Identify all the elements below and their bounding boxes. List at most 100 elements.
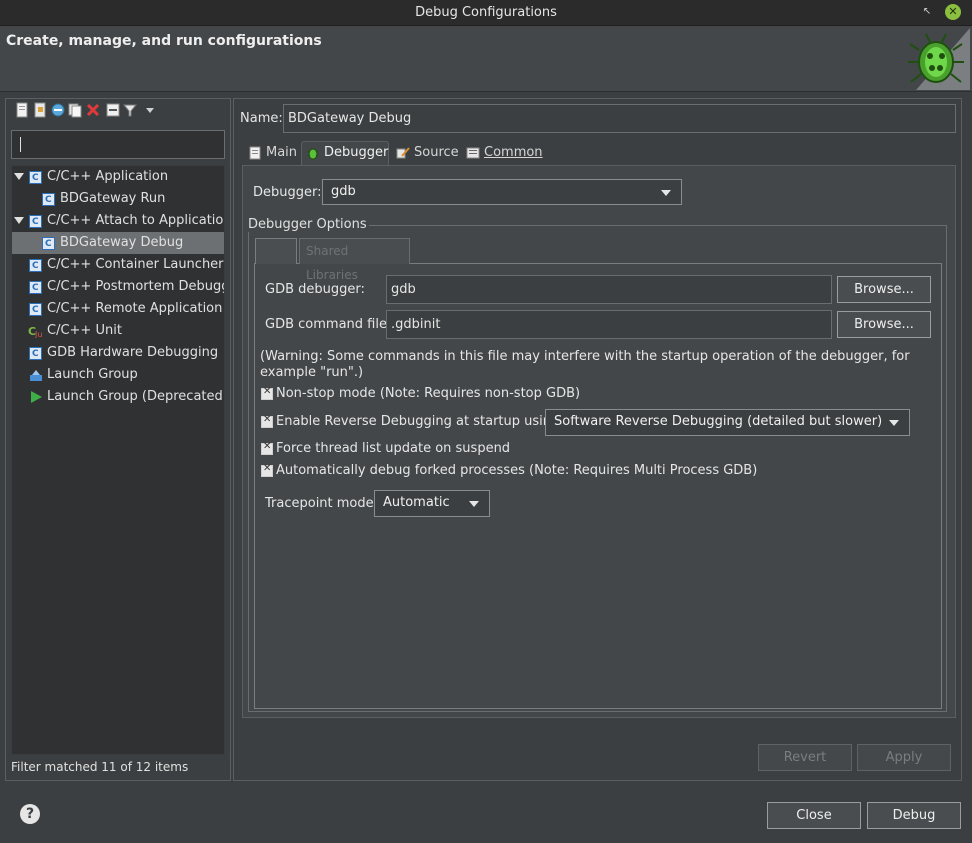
debugger-select-value: gdb	[331, 184, 356, 199]
nonstop-checkbox[interactable]	[261, 386, 273, 400]
tree-item-label: C/C++ Unit	[47, 323, 122, 338]
tree-item-bdgateway-run[interactable]: BDGateway Run	[12, 188, 224, 211]
debugger-select[interactable]: gdb	[322, 179, 682, 205]
tab-label: Common	[484, 145, 543, 160]
subtab-main[interactable]	[255, 238, 297, 264]
tree-item-cpp-attach[interactable]: C/C++ Attach to Application	[12, 210, 225, 233]
gdb-debugger-field[interactable]: gdb	[386, 275, 832, 304]
tree-item-label: BDGateway Debug	[60, 235, 184, 250]
debug-forked-label: Automatically debug forked processes (No…	[276, 463, 758, 478]
tree-item-cpp-unit[interactable]: C Ju C/C++ Unit	[12, 320, 224, 342]
c-attach-icon	[29, 211, 42, 233]
nonstop-label: Non-stop mode (Note: Requires non-stop G…	[276, 386, 581, 401]
launch-group-icon	[30, 370, 42, 381]
expand-triangle-icon[interactable]	[14, 173, 24, 180]
close-window-icon[interactable]: ✕	[945, 4, 961, 20]
tree-item-label: Launch Group	[47, 367, 138, 382]
gdb-command-file-field[interactable]: .gdbinit	[386, 310, 832, 339]
new-prototype-icon[interactable]	[32, 102, 48, 118]
tab-label: Source	[414, 145, 459, 160]
tracepoint-mode-label: Tracepoint mode:	[265, 496, 379, 511]
c-hardware-icon	[29, 343, 42, 365]
tracepoint-mode-value: Automatic	[383, 495, 450, 510]
collapse-all-icon[interactable]	[105, 102, 121, 118]
debug-bug-icon	[908, 28, 970, 90]
chevron-down-icon	[469, 501, 479, 507]
new-configuration-icon[interactable]	[14, 102, 30, 118]
tab-label: Main	[266, 145, 298, 160]
tab-debugger[interactable]: Debugger	[301, 141, 389, 165]
debug-forked-checkbox[interactable]	[261, 463, 273, 477]
configuration-tree[interactable]: C/C++ Application BDGateway Run C/C++ At…	[11, 165, 225, 755]
gdb-command-file-label: GDB command file:	[265, 317, 392, 332]
c-remote-icon	[29, 299, 42, 321]
c-postmortem-icon	[29, 277, 42, 299]
debug-button[interactable]: Debug	[867, 802, 961, 829]
tree-item-label: Launch Group (Deprecated)	[47, 389, 225, 404]
svg-text:Ju: Ju	[34, 330, 42, 338]
force-thread-update-checkbox[interactable]	[261, 441, 273, 455]
c-launch-config-icon	[42, 233, 55, 255]
dialog-header: Create, manage, and run configurations	[0, 26, 972, 92]
source-icon	[396, 147, 410, 159]
tree-item-remote-application[interactable]: C/C++ Remote Application	[12, 298, 224, 321]
tree-item-label: C/C++ Container Launcher	[47, 257, 224, 272]
tree-item-postmortem-debugger[interactable]: C/C++ Postmortem Debugger	[12, 276, 225, 299]
tab-source[interactable]: Source	[392, 142, 459, 166]
header-title: Create, manage, and run configurations	[6, 33, 322, 49]
help-icon[interactable]: ?	[20, 804, 40, 824]
common-icon	[466, 147, 480, 159]
chevron-down-icon	[889, 420, 899, 426]
expand-triangle-icon[interactable]	[14, 217, 24, 224]
gdb-debugger-label: GDB debugger:	[265, 282, 365, 297]
reverse-debugging-checkbox[interactable]	[261, 414, 273, 428]
tracepoint-mode-select[interactable]: Automatic	[374, 490, 490, 517]
tree-item-label: C/C++ Attach to Application	[47, 213, 225, 228]
tree-item-launch-group-deprecated[interactable]: Launch Group (Deprecated)	[12, 386, 225, 408]
tree-item-gdb-hardware[interactable]: GDB Hardware Debugging	[12, 342, 224, 365]
filter-icon[interactable]	[122, 102, 138, 118]
export-icon[interactable]	[50, 102, 66, 118]
tree-item-label: BDGateway Run	[60, 191, 166, 206]
duplicate-icon[interactable]	[67, 102, 83, 118]
tree-item-label: GDB Hardware Debugging	[47, 345, 219, 360]
tab-label: Debugger	[324, 145, 389, 160]
bug-icon	[307, 148, 319, 160]
tree-item-label: C/C++ Remote Application	[47, 301, 223, 316]
apply-button[interactable]: Apply	[857, 744, 951, 771]
chevron-down-icon[interactable]	[142, 102, 158, 118]
filter-status: Filter matched 11 of 12 items	[11, 760, 189, 774]
delete-icon[interactable]	[85, 102, 101, 118]
warning-text: (Warning: Some commands in this file may…	[260, 349, 910, 380]
tab-common[interactable]: Common	[462, 142, 543, 166]
browse-command-file-button[interactable]: Browse...	[837, 311, 931, 338]
restore-icon[interactable]: ↖	[920, 5, 934, 19]
subtab-shared-libraries[interactable]: Shared Libraries	[299, 238, 410, 282]
tree-item-cpp-application[interactable]: C/C++ Application	[12, 166, 224, 189]
tree-item-container-launcher[interactable]: C/C++ Container Launcher	[12, 254, 224, 277]
reverse-debugging-value: Software Reverse Debugging (detailed but…	[554, 414, 883, 429]
c-unit-icon: CJu	[28, 325, 42, 338]
tab-main[interactable]: Main	[244, 142, 300, 166]
c-container-icon	[29, 255, 42, 277]
play-icon	[31, 391, 42, 403]
revert-button[interactable]: Revert	[758, 744, 852, 771]
tree-item-launch-group[interactable]: Launch Group	[12, 364, 224, 386]
c-application-icon	[29, 167, 42, 189]
tree-item-label: C/C++ Postmortem Debugger	[47, 279, 225, 294]
tree-item-label: C/C++ Application	[47, 169, 169, 184]
main-tab-icon	[249, 146, 261, 160]
filter-input[interactable]	[11, 130, 225, 159]
name-label: Name:	[240, 111, 283, 126]
browse-gdb-button[interactable]: Browse...	[837, 276, 931, 303]
debugger-options-label: Debugger Options	[248, 217, 369, 232]
reverse-debugging-select[interactable]: Software Reverse Debugging (detailed but…	[545, 409, 910, 436]
name-field[interactable]: BDGateway Debug	[283, 104, 956, 133]
reverse-debugging-label: Enable Reverse Debugging at startup usin…	[276, 414, 564, 429]
debugger-label: Debugger:	[253, 185, 322, 200]
window-title: Debug Configurations	[415, 5, 557, 20]
text-caret	[20, 137, 21, 152]
tree-item-bdgateway-debug[interactable]: BDGateway Debug	[12, 232, 224, 255]
close-button[interactable]: Close	[767, 802, 861, 829]
c-launch-config-icon	[42, 189, 55, 211]
